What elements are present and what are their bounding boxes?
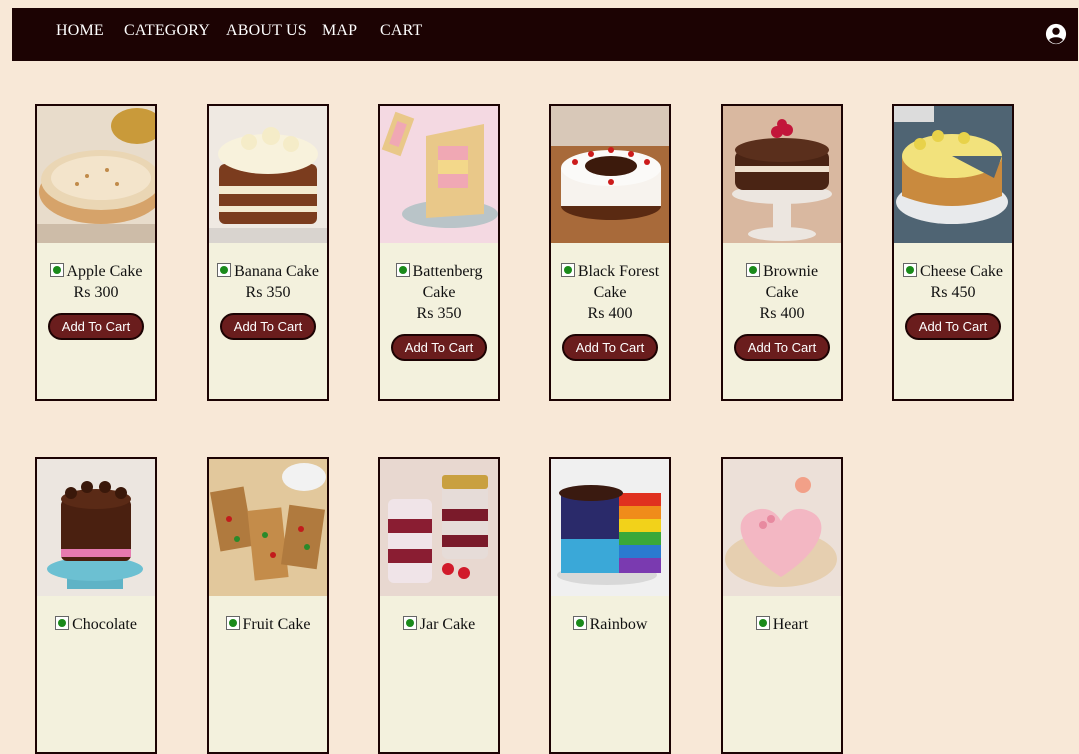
product-card: Heart: [721, 457, 843, 754]
veg-icon: [572, 616, 587, 630]
nav-category[interactable]: CATEGORY: [124, 22, 210, 40]
black-forest-cake-image: [551, 106, 669, 243]
fruit-cake-image: [209, 459, 327, 596]
apple-cake-image: [37, 106, 155, 243]
product-name: Jar Cake: [419, 616, 476, 633]
product-card: Black Forest Cake Rs 400 Add To Cart: [549, 104, 671, 401]
veg-icon: [55, 616, 70, 630]
product-name: Chocolate: [72, 616, 137, 633]
product-card: Cheese Cake Rs 450 Add To Cart: [892, 104, 1014, 401]
product-card: Battenberg Cake Rs 350 Add To Cart: [378, 104, 500, 401]
product-card: Chocolate: [35, 457, 157, 754]
product-name: Brownie Cake: [762, 263, 819, 301]
nav-about-us[interactable]: ABOUT US: [226, 22, 307, 40]
add-to-cart-button[interactable]: Add To Cart: [219, 313, 317, 340]
product-name: Black Forest Cake: [577, 263, 660, 301]
veg-icon: [560, 263, 575, 277]
product-price: Rs 400: [587, 305, 633, 322]
product-card: Apple Cake Rs 300 Add To Cart: [35, 104, 157, 401]
jar-cake-image: [380, 459, 498, 596]
add-to-cart-button[interactable]: Add To Cart: [904, 313, 1002, 340]
product-name: Battenberg Cake: [412, 263, 483, 301]
add-to-cart-button[interactable]: Add To Cart: [733, 334, 831, 361]
product-card: Fruit Cake: [207, 457, 329, 754]
banana-cake-image: [209, 106, 327, 243]
nav-home[interactable]: HOME: [56, 22, 104, 40]
product-price: Rs 300: [73, 284, 119, 301]
nav-map[interactable]: MAP: [322, 22, 357, 40]
product-price: Rs 350: [416, 305, 462, 322]
veg-icon: [217, 263, 232, 277]
product-name: Banana Cake: [234, 263, 319, 280]
product-price: Rs 450: [930, 284, 976, 301]
veg-icon: [49, 263, 64, 277]
product-card: Rainbow: [549, 457, 671, 754]
brownie-cake-image: [723, 106, 841, 243]
veg-icon: [225, 616, 240, 630]
top-navbar: HOME CATEGORY ABOUT US MAP CART: [12, 8, 1078, 61]
battenberg-cake-image: [380, 106, 498, 243]
rainbow-cake-image: [551, 459, 669, 596]
product-name: Heart: [772, 616, 809, 633]
product-card: Jar Cake: [378, 457, 500, 754]
product-price: Rs 350: [245, 284, 291, 301]
product-card: Brownie Cake Rs 400 Add To Cart: [721, 104, 843, 401]
product-name: Apple Cake: [66, 263, 143, 280]
product-name: Cheese Cake: [919, 263, 1004, 280]
add-to-cart-button[interactable]: Add To Cart: [561, 334, 659, 361]
heart-cake-image: [723, 459, 841, 596]
veg-icon: [745, 263, 760, 277]
add-to-cart-button[interactable]: Add To Cart: [47, 313, 145, 340]
user-circle-icon[interactable]: [1045, 23, 1067, 45]
add-to-cart-button[interactable]: Add To Cart: [390, 334, 488, 361]
veg-icon: [755, 616, 770, 630]
chocolate-cake-image: [37, 459, 155, 596]
veg-icon: [402, 616, 417, 630]
veg-icon: [395, 263, 410, 277]
cheese-cake-image: [894, 106, 1012, 243]
product-name: Fruit Cake: [242, 616, 311, 633]
product-price: Rs 400: [759, 305, 805, 322]
nav-cart[interactable]: CART: [380, 22, 423, 40]
product-card: Banana Cake Rs 350 Add To Cart: [207, 104, 329, 401]
product-name: Rainbow: [589, 616, 648, 633]
veg-icon: [902, 263, 917, 277]
